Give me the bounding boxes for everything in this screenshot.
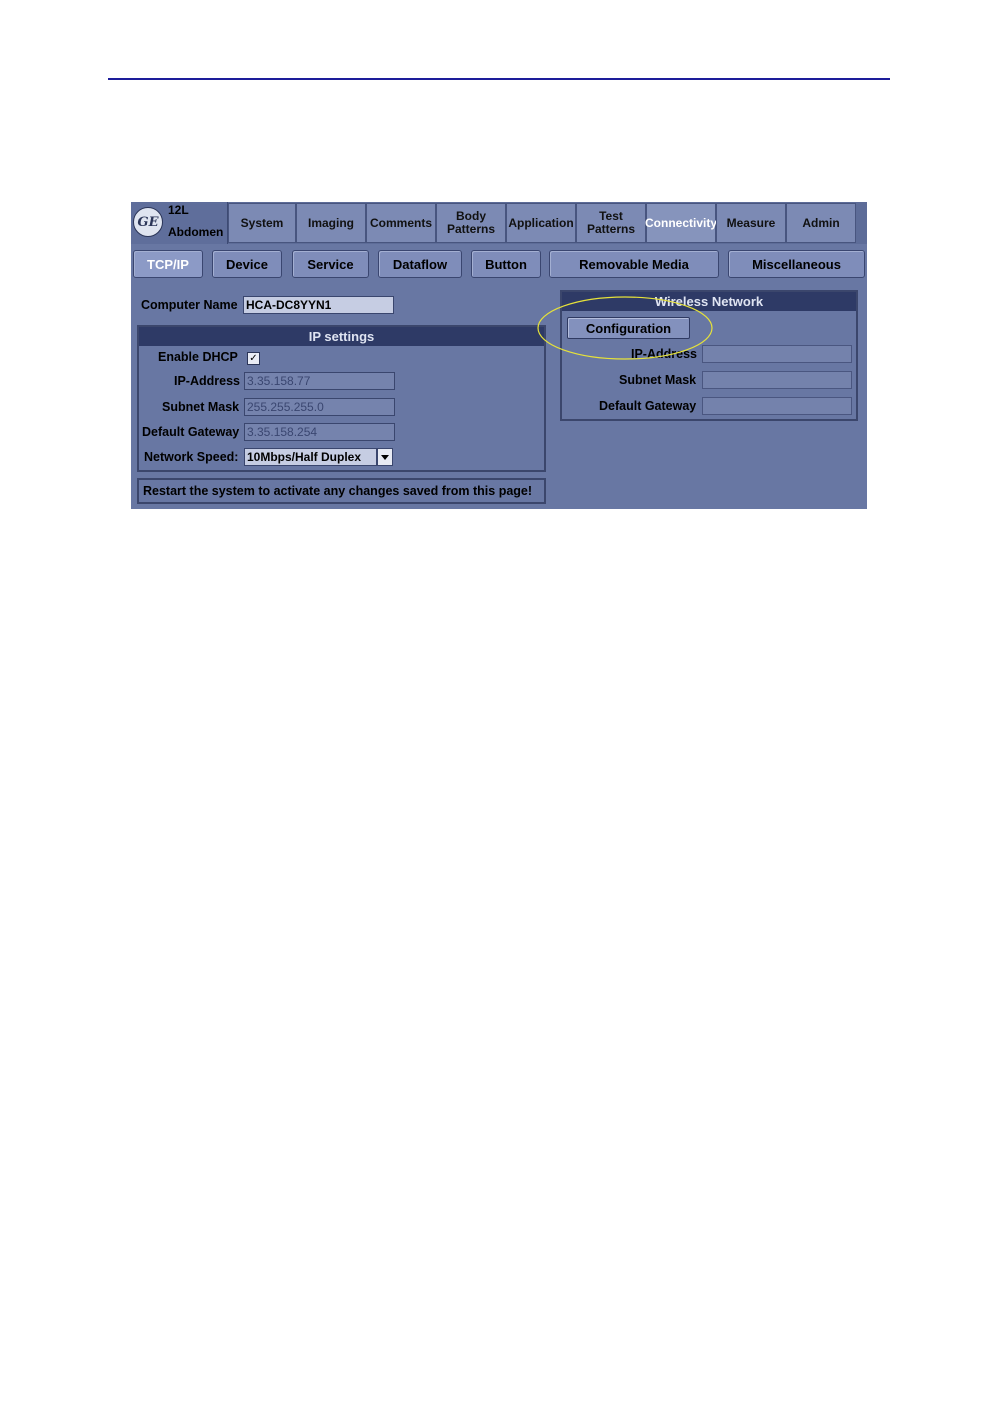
page-header-rule	[108, 78, 890, 80]
configuration-highlight-ellipse	[537, 296, 713, 360]
connectivity-screen: GE 12L Abdomen System Imaging Comments B…	[131, 202, 867, 509]
